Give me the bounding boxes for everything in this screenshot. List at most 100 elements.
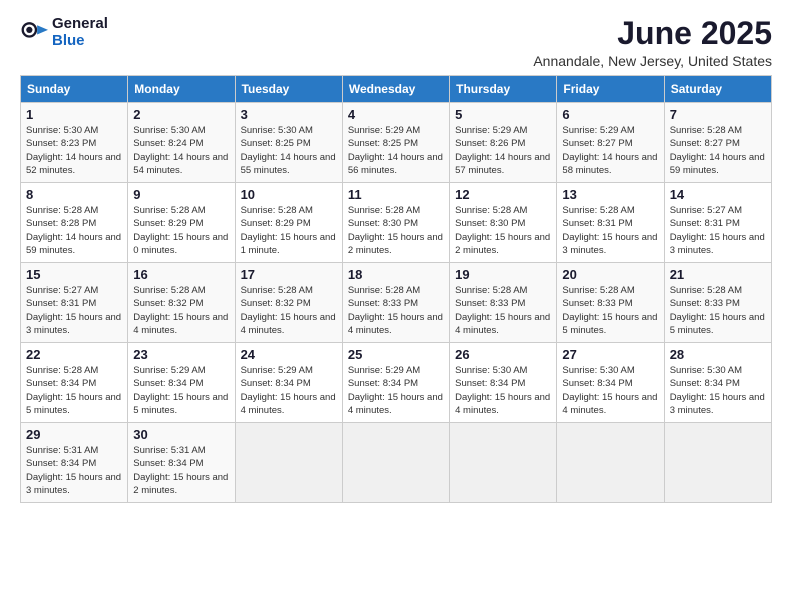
day-number: 12 xyxy=(455,187,551,202)
day-number: 2 xyxy=(133,107,229,122)
daylight-label: Daylight: 15 hours and 2 minutes. xyxy=(455,232,550,256)
daylight-label: Daylight: 14 hours and 54 minutes. xyxy=(133,152,228,176)
sunrise-label: Sunrise: 5:28 AM xyxy=(26,365,98,376)
day-info: Sunrise: 5:30 AM Sunset: 8:23 PM Dayligh… xyxy=(26,124,122,177)
day-header-saturday: Saturday xyxy=(664,76,771,103)
sunset-label: Sunset: 8:34 PM xyxy=(348,378,418,389)
day-info: Sunrise: 5:29 AM Sunset: 8:27 PM Dayligh… xyxy=(562,124,658,177)
sunset-label: Sunset: 8:31 PM xyxy=(670,218,740,229)
calendar-cell xyxy=(342,423,449,503)
day-header-friday: Friday xyxy=(557,76,664,103)
sunset-label: Sunset: 8:34 PM xyxy=(133,458,203,469)
calendar-cell: 2 Sunrise: 5:30 AM Sunset: 8:24 PM Dayli… xyxy=(128,103,235,183)
day-info: Sunrise: 5:28 AM Sunset: 8:33 PM Dayligh… xyxy=(348,284,444,337)
sunset-label: Sunset: 8:32 PM xyxy=(133,298,203,309)
day-info: Sunrise: 5:28 AM Sunset: 8:28 PM Dayligh… xyxy=(26,204,122,257)
day-info: Sunrise: 5:29 AM Sunset: 8:34 PM Dayligh… xyxy=(348,364,444,417)
day-header-monday: Monday xyxy=(128,76,235,103)
day-number: 26 xyxy=(455,347,551,362)
sunset-label: Sunset: 8:32 PM xyxy=(241,298,311,309)
calendar-cell: 30 Sunrise: 5:31 AM Sunset: 8:34 PM Dayl… xyxy=(128,423,235,503)
sunset-label: Sunset: 8:25 PM xyxy=(241,138,311,149)
calendar-week-4: 22 Sunrise: 5:28 AM Sunset: 8:34 PM Dayl… xyxy=(21,343,772,423)
day-info: Sunrise: 5:28 AM Sunset: 8:32 PM Dayligh… xyxy=(241,284,337,337)
day-info: Sunrise: 5:30 AM Sunset: 8:24 PM Dayligh… xyxy=(133,124,229,177)
calendar-cell: 24 Sunrise: 5:29 AM Sunset: 8:34 PM Dayl… xyxy=(235,343,342,423)
calendar-cell: 25 Sunrise: 5:29 AM Sunset: 8:34 PM Dayl… xyxy=(342,343,449,423)
day-number: 6 xyxy=(562,107,658,122)
sunset-label: Sunset: 8:34 PM xyxy=(455,378,525,389)
calendar-week-5: 29 Sunrise: 5:31 AM Sunset: 8:34 PM Dayl… xyxy=(21,423,772,503)
day-info: Sunrise: 5:28 AM Sunset: 8:30 PM Dayligh… xyxy=(348,204,444,257)
sunrise-label: Sunrise: 5:30 AM xyxy=(455,365,527,376)
sunrise-label: Sunrise: 5:28 AM xyxy=(670,125,742,136)
daylight-label: Daylight: 15 hours and 3 minutes. xyxy=(670,392,765,416)
sunset-label: Sunset: 8:28 PM xyxy=(26,218,96,229)
sunrise-label: Sunrise: 5:30 AM xyxy=(241,125,313,136)
calendar-cell: 5 Sunrise: 5:29 AM Sunset: 8:26 PM Dayli… xyxy=(450,103,557,183)
day-number: 29 xyxy=(26,427,122,442)
day-info: Sunrise: 5:28 AM Sunset: 8:33 PM Dayligh… xyxy=(562,284,658,337)
sunrise-label: Sunrise: 5:30 AM xyxy=(562,365,634,376)
daylight-label: Daylight: 14 hours and 59 minutes. xyxy=(670,152,765,176)
daylight-label: Daylight: 15 hours and 5 minutes. xyxy=(670,312,765,336)
sunset-label: Sunset: 8:34 PM xyxy=(26,458,96,469)
sunset-label: Sunset: 8:29 PM xyxy=(133,218,203,229)
logo-text: General Blue xyxy=(52,16,108,49)
calendar-cell: 4 Sunrise: 5:29 AM Sunset: 8:25 PM Dayli… xyxy=(342,103,449,183)
calendar-cell: 11 Sunrise: 5:28 AM Sunset: 8:30 PM Dayl… xyxy=(342,183,449,263)
day-info: Sunrise: 5:27 AM Sunset: 8:31 PM Dayligh… xyxy=(670,204,766,257)
sunset-label: Sunset: 8:26 PM xyxy=(455,138,525,149)
location: Annandale, New Jersey, United States xyxy=(533,53,772,69)
sunrise-label: Sunrise: 5:28 AM xyxy=(348,285,420,296)
calendar-cell: 29 Sunrise: 5:31 AM Sunset: 8:34 PM Dayl… xyxy=(21,423,128,503)
calendar-cell: 7 Sunrise: 5:28 AM Sunset: 8:27 PM Dayli… xyxy=(664,103,771,183)
calendar-cell: 22 Sunrise: 5:28 AM Sunset: 8:34 PM Dayl… xyxy=(21,343,128,423)
calendar-cell: 10 Sunrise: 5:28 AM Sunset: 8:29 PM Dayl… xyxy=(235,183,342,263)
sunset-label: Sunset: 8:34 PM xyxy=(133,378,203,389)
calendar-cell: 6 Sunrise: 5:29 AM Sunset: 8:27 PM Dayli… xyxy=(557,103,664,183)
day-number: 11 xyxy=(348,187,444,202)
sunrise-label: Sunrise: 5:28 AM xyxy=(241,285,313,296)
daylight-label: Daylight: 14 hours and 59 minutes. xyxy=(26,232,121,256)
sunset-label: Sunset: 8:34 PM xyxy=(562,378,632,389)
day-number: 23 xyxy=(133,347,229,362)
daylight-label: Daylight: 15 hours and 3 minutes. xyxy=(26,472,121,496)
day-info: Sunrise: 5:29 AM Sunset: 8:25 PM Dayligh… xyxy=(348,124,444,177)
day-header-wednesday: Wednesday xyxy=(342,76,449,103)
sunrise-label: Sunrise: 5:29 AM xyxy=(348,125,420,136)
daylight-label: Daylight: 15 hours and 4 minutes. xyxy=(133,312,228,336)
daylight-label: Daylight: 15 hours and 0 minutes. xyxy=(133,232,228,256)
day-number: 5 xyxy=(455,107,551,122)
calendar-cell: 27 Sunrise: 5:30 AM Sunset: 8:34 PM Dayl… xyxy=(557,343,664,423)
day-number: 18 xyxy=(348,267,444,282)
day-number: 3 xyxy=(241,107,337,122)
daylight-label: Daylight: 14 hours and 56 minutes. xyxy=(348,152,443,176)
calendar-cell: 8 Sunrise: 5:28 AM Sunset: 8:28 PM Dayli… xyxy=(21,183,128,263)
calendar-cell: 17 Sunrise: 5:28 AM Sunset: 8:32 PM Dayl… xyxy=(235,263,342,343)
calendar-cell: 16 Sunrise: 5:28 AM Sunset: 8:32 PM Dayl… xyxy=(128,263,235,343)
day-info: Sunrise: 5:28 AM Sunset: 8:27 PM Dayligh… xyxy=(670,124,766,177)
day-number: 7 xyxy=(670,107,766,122)
day-info: Sunrise: 5:28 AM Sunset: 8:33 PM Dayligh… xyxy=(455,284,551,337)
day-number: 19 xyxy=(455,267,551,282)
day-info: Sunrise: 5:29 AM Sunset: 8:26 PM Dayligh… xyxy=(455,124,551,177)
sunset-label: Sunset: 8:34 PM xyxy=(26,378,96,389)
sunset-label: Sunset: 8:34 PM xyxy=(241,378,311,389)
logo-blue: Blue xyxy=(52,33,108,50)
calendar-cell: 15 Sunrise: 5:27 AM Sunset: 8:31 PM Dayl… xyxy=(21,263,128,343)
day-number: 27 xyxy=(562,347,658,362)
calendar-cell: 21 Sunrise: 5:28 AM Sunset: 8:33 PM Dayl… xyxy=(664,263,771,343)
day-info: Sunrise: 5:30 AM Sunset: 8:34 PM Dayligh… xyxy=(670,364,766,417)
daylight-label: Daylight: 15 hours and 3 minutes. xyxy=(26,312,121,336)
day-info: Sunrise: 5:29 AM Sunset: 8:34 PM Dayligh… xyxy=(133,364,229,417)
daylight-label: Daylight: 15 hours and 5 minutes. xyxy=(562,312,657,336)
daylight-label: Daylight: 15 hours and 4 minutes. xyxy=(348,312,443,336)
calendar-cell: 28 Sunrise: 5:30 AM Sunset: 8:34 PM Dayl… xyxy=(664,343,771,423)
calendar-cell: 12 Sunrise: 5:28 AM Sunset: 8:30 PM Dayl… xyxy=(450,183,557,263)
month-title: June 2025 xyxy=(533,16,772,51)
day-number: 15 xyxy=(26,267,122,282)
calendar-header-row: SundayMondayTuesdayWednesdayThursdayFrid… xyxy=(21,76,772,103)
calendar-cell: 18 Sunrise: 5:28 AM Sunset: 8:33 PM Dayl… xyxy=(342,263,449,343)
sunset-label: Sunset: 8:33 PM xyxy=(455,298,525,309)
